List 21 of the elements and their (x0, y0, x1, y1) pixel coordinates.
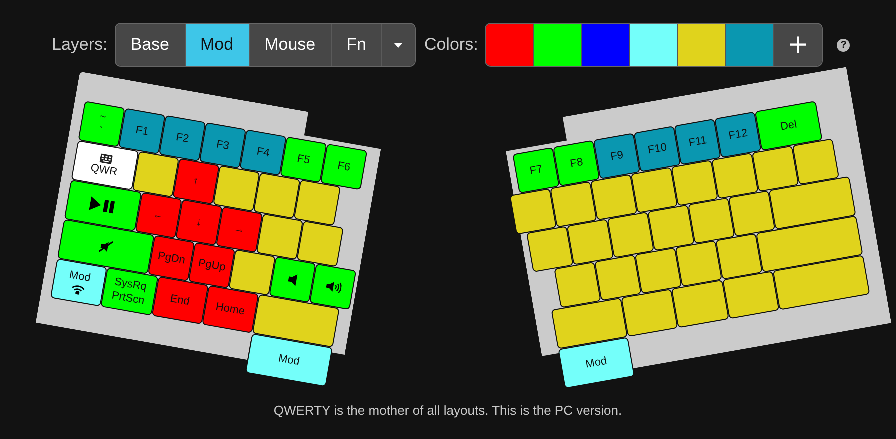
layer-tab[interactable]: Base (116, 24, 186, 66)
speaker-volume-icon (324, 280, 342, 294)
layer-tab[interactable]: Fn (332, 24, 382, 66)
play-pause-icon (89, 196, 118, 215)
color-swatch[interactable] (678, 24, 726, 66)
color-swatch[interactable] (486, 24, 534, 66)
layers-label: Layers: (52, 35, 108, 55)
layer-tab[interactable]: Mod (186, 24, 250, 66)
keyboard-icon (99, 153, 113, 164)
layer-tab[interactable]: Mouse (250, 24, 332, 66)
layout-description: QWERTY is the mother of all layouts. This is the PC version. (274, 403, 622, 418)
add-color-button[interactable]: + (774, 24, 822, 66)
speaker-icon (286, 273, 299, 287)
color-swatch[interactable] (534, 24, 582, 66)
help-icon[interactable]: ? (837, 38, 850, 52)
colors-label: Colors: (424, 35, 478, 55)
color-swatch[interactable] (726, 24, 774, 66)
color-swatch[interactable] (582, 24, 630, 66)
color-swatch[interactable] (630, 24, 678, 66)
signal-icon (70, 283, 86, 296)
caret-icon (394, 42, 404, 48)
